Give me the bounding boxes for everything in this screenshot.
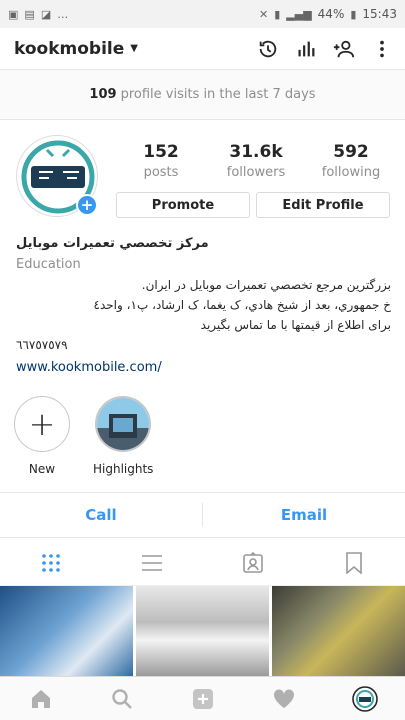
highlights-circle: [95, 396, 151, 452]
nav-profile[interactable]: [324, 677, 405, 720]
stat-label: following: [321, 165, 381, 180]
bio: مرکز تخصصي تعميرات موبايل Education بزرگ…: [16, 236, 391, 375]
visits-count: 109: [89, 87, 117, 102]
stat-followers[interactable]: 31.6k followers: [211, 142, 301, 180]
history-icon[interactable]: [257, 38, 279, 60]
signal-icon: ▂▄▆: [286, 7, 312, 21]
mute-icon: ✕: [259, 7, 269, 21]
plus-icon: +: [28, 405, 56, 443]
stat-value: 31.6k: [229, 142, 283, 162]
notification-icon: ◪: [40, 7, 52, 21]
contact-bar: Call Email: [0, 492, 405, 538]
visits-text: profile visits in the last 7 days: [120, 87, 316, 102]
search-icon: [111, 688, 132, 709]
nav-activity[interactable]: [243, 677, 324, 720]
home-icon: [31, 689, 50, 708]
call-button[interactable]: Call: [0, 493, 202, 537]
add-story-badge[interactable]: +: [76, 194, 98, 216]
stat-posts[interactable]: 152 posts: [116, 142, 206, 180]
bio-name: مرکز تخصصي تعميرات موبايل: [16, 236, 209, 251]
post-thumbnail[interactable]: [0, 586, 133, 676]
tab-grid[interactable]: [0, 540, 101, 585]
username: kookmobile: [14, 38, 125, 59]
new-highlight-label: New: [28, 462, 56, 476]
more-dots-icon: …: [57, 7, 69, 21]
bio-line: خ جمهوري، بعد از شيخ هادي، ک يغما، ک ارش…: [93, 298, 392, 312]
status-right: ✕ ▮ ▂▄▆ 44% ▮ 15:43: [259, 7, 397, 21]
stat-following[interactable]: 592 following: [306, 142, 396, 180]
bookmark-icon: [346, 551, 363, 574]
tab-list[interactable]: [101, 540, 202, 585]
nav-home[interactable]: [0, 677, 81, 720]
status-left: ▣ ▤ ◪ …: [8, 8, 68, 21]
website-link[interactable]: www.kookmobile.com/: [16, 360, 391, 375]
post-thumbnail[interactable]: [272, 586, 405, 676]
flipboard-icon: ▤: [24, 7, 35, 21]
bio-line: براى اطلاع از قيمتها با ما تماس بگيريد: [200, 318, 391, 332]
stat-value: 592: [333, 142, 369, 162]
account-switcher[interactable]: kookmobile ▼: [14, 39, 138, 59]
email-button[interactable]: Email: [203, 493, 405, 537]
sim-icon: ▮: [274, 7, 281, 21]
insights-icon[interactable]: [295, 38, 317, 60]
bio-line: بزرگترين مرجع تخصصي تعميرات موبايل در اي…: [141, 278, 391, 292]
highlights-label: Highlights: [93, 462, 154, 476]
bio-category: Education: [16, 257, 81, 272]
heart-icon: [273, 688, 294, 708]
profile-stats: 152 posts 31.6k followers 592 following: [116, 142, 396, 180]
tab-saved[interactable]: [304, 540, 405, 585]
list-icon: [141, 554, 162, 571]
highlights-story[interactable]: Highlights: [93, 396, 153, 476]
add-post-icon: [192, 688, 213, 709]
bottom-nav: [0, 676, 405, 720]
battery-percent: 44%: [317, 7, 345, 21]
tab-tagged[interactable]: [203, 540, 304, 585]
profile-avatar-icon: [351, 685, 378, 712]
stat-label: followers: [226, 165, 286, 180]
clock: 15:43: [362, 7, 397, 21]
stat-value: 152: [143, 142, 179, 162]
promote-button[interactable]: Promote: [116, 192, 250, 218]
post-thumbnail[interactable]: [136, 586, 269, 676]
add-person-icon[interactable]: [333, 38, 355, 60]
tagged-person-icon: [243, 551, 263, 573]
nav-search[interactable]: [81, 677, 162, 720]
top-bar: kookmobile ▼: [0, 28, 405, 70]
status-bar: ▣ ▤ ◪ … ✕ ▮ ▂▄▆ 44% ▮ 15:43: [0, 0, 405, 28]
chevron-down-icon: ▼: [130, 43, 138, 54]
battery-icon: ▮: [350, 7, 357, 21]
post-grid: [0, 586, 405, 676]
edit-profile-button[interactable]: Edit Profile: [256, 192, 390, 218]
profile-tabs: [0, 540, 405, 586]
stat-label: posts: [143, 165, 179, 180]
profile-visits-banner[interactable]: 109 profile visits in the last 7 days: [0, 70, 405, 120]
bio-phone: ٦٦٧٥٧٥٧٩: [16, 338, 68, 352]
new-highlight[interactable]: + New: [12, 396, 72, 476]
grid-icon: [41, 553, 60, 572]
new-highlight-circle: +: [14, 396, 70, 452]
highlight-thumbnail-icon: [97, 398, 149, 450]
image-icon: ▣: [8, 7, 19, 21]
nav-add[interactable]: [162, 677, 243, 720]
more-options-icon[interactable]: [371, 38, 393, 60]
